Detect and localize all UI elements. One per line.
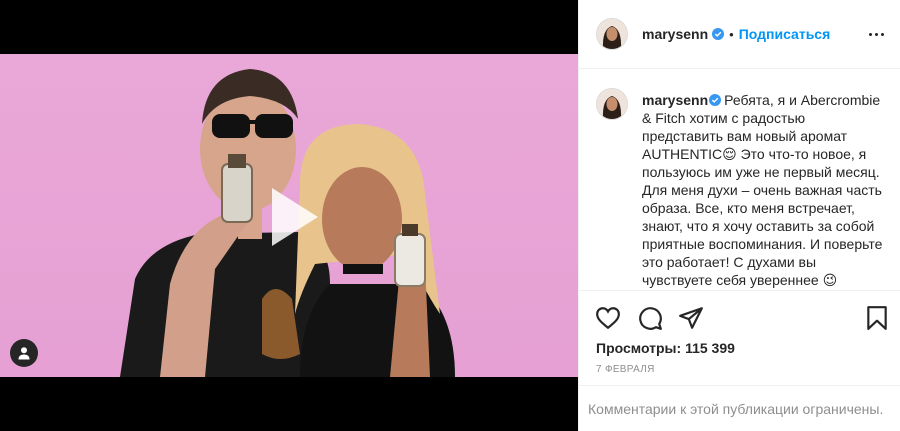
post-header: marysenn • Подписаться <box>579 0 900 69</box>
play-icon[interactable] <box>258 182 328 252</box>
post-details-panel: marysenn • Подписаться marysenn Ребята, я… <box>578 0 900 431</box>
actions-bar <box>579 290 900 339</box>
more-options-icon[interactable] <box>866 24 886 44</box>
views-number[interactable]: 115 399 <box>685 340 735 356</box>
caption-text: marysenn Ребята, я и Abercrombie & Fitch … <box>642 91 888 289</box>
comment-icon[interactable] <box>637 305 663 331</box>
user-tag-icon <box>18 347 30 360</box>
video-player[interactable] <box>0 54 578 377</box>
caption-area[interactable]: marysenn Ребята, я и Abercrombie & Fitch … <box>579 69 900 289</box>
views-label[interactable]: Просмотры: <box>596 340 681 356</box>
comments-restricted-notice: Комментарии к этой публикации ограничены… <box>579 385 900 431</box>
separator-dot: • <box>729 26 734 42</box>
post-date[interactable]: 7 февраля <box>596 364 655 375</box>
comments-restricted-text: Комментарии к этой публикации ограничены… <box>588 400 884 417</box>
avatar[interactable] <box>596 88 628 120</box>
follow-button[interactable]: Подписаться <box>739 26 831 42</box>
views-count: Просмотры: 115 399 <box>596 340 735 356</box>
share-icon[interactable] <box>678 305 704 331</box>
caption: marysenn Ребята, я и Abercrombie & Fitch … <box>596 88 888 289</box>
verified-badge-icon <box>709 94 722 106</box>
username-link[interactable]: marysenn <box>642 26 708 42</box>
user-tag-button[interactable] <box>10 339 38 367</box>
post-media <box>0 0 578 431</box>
caption-username-link[interactable]: marysenn <box>642 92 708 108</box>
heart-icon[interactable] <box>595 305 621 331</box>
verified-badge-icon <box>712 28 725 40</box>
bookmark-icon[interactable] <box>864 305 890 331</box>
avatar[interactable] <box>596 18 628 50</box>
caption-body: Ребята, я и Abercrombie & Fitch хотим с … <box>642 92 883 288</box>
